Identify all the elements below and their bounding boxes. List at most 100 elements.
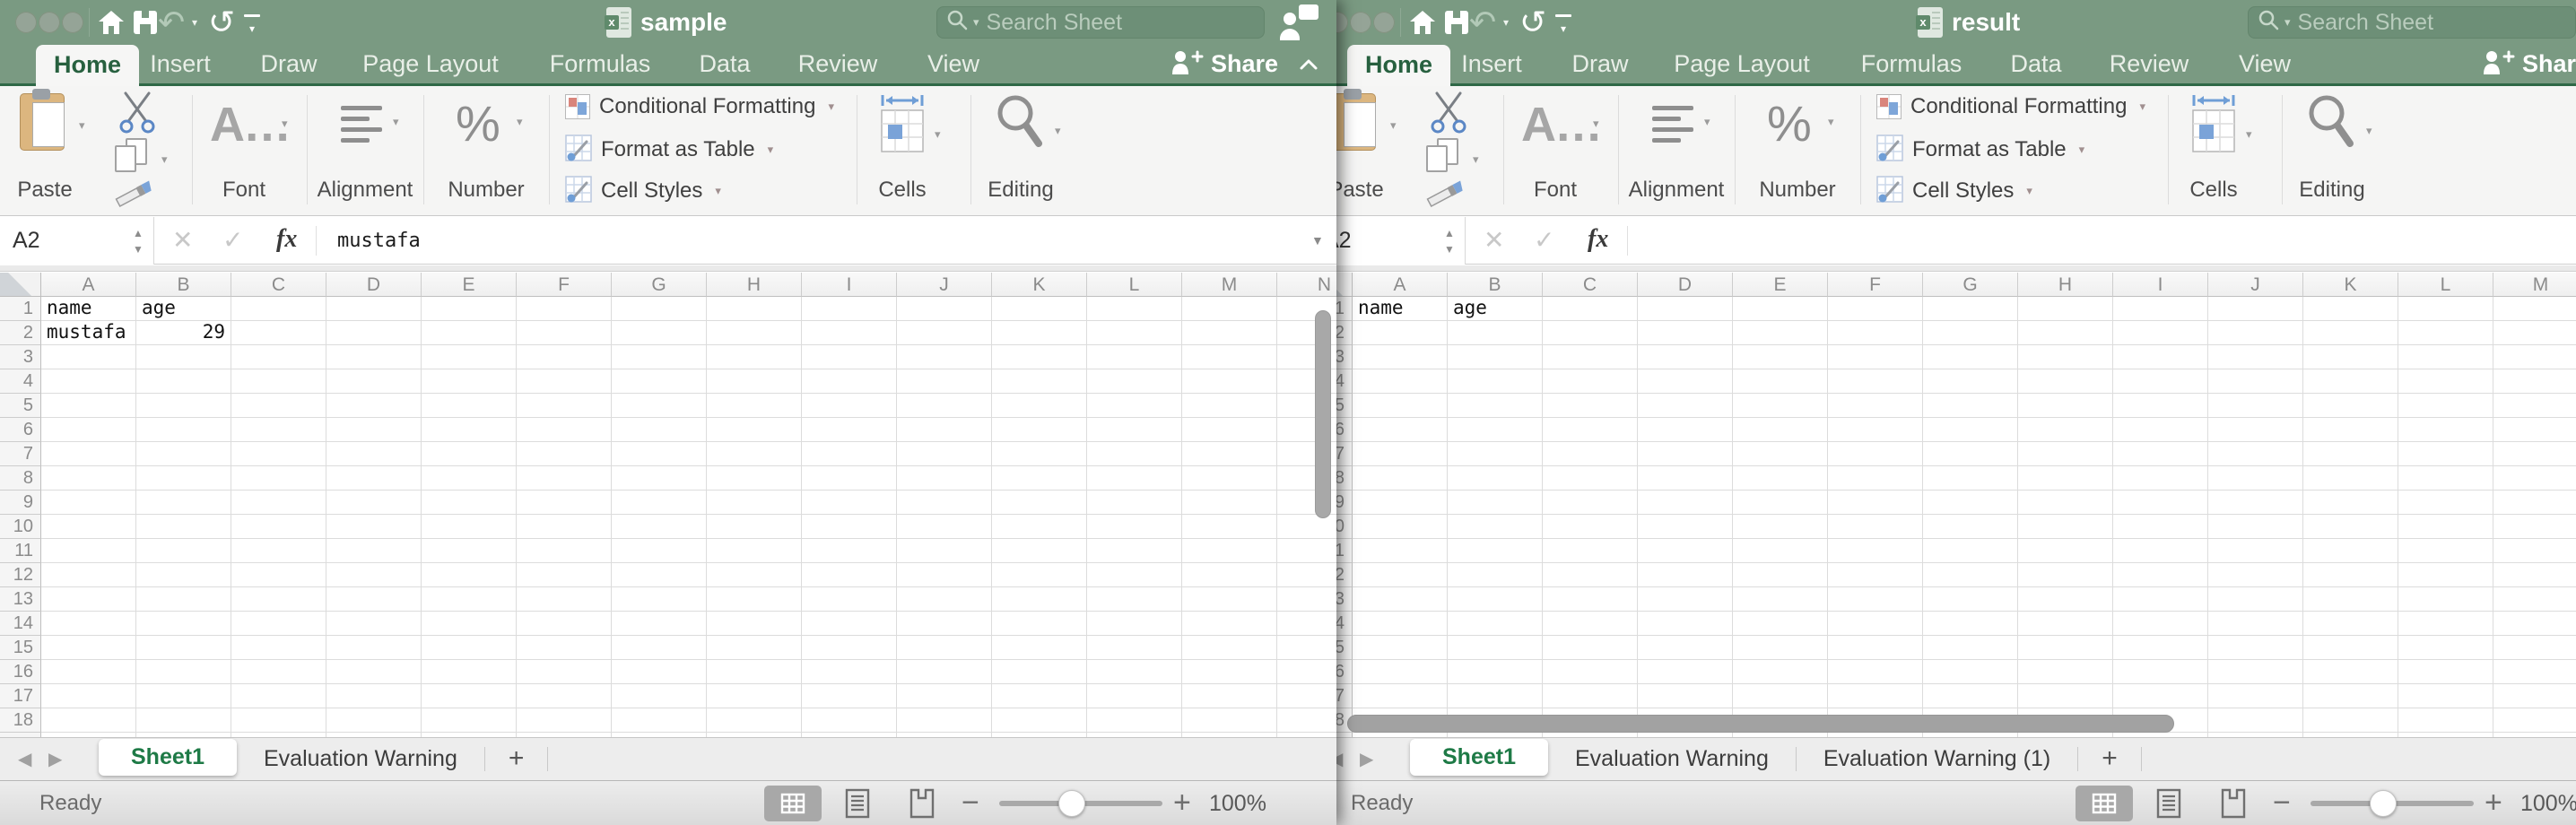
format-as-table-button[interactable]: Format as Table ▾ [565,135,773,165]
column-header-L[interactable]: L [1087,273,1182,297]
cell-L2[interactable] [1087,321,1182,345]
cell-A14[interactable] [1353,612,1448,636]
row-header-8[interactable]: 8 [0,466,41,491]
cell-M13[interactable] [1182,587,1277,612]
cell-F1[interactable] [517,297,612,321]
cell-K12[interactable] [2303,563,2398,587]
cell-J10[interactable] [897,515,992,539]
cell-D12[interactable] [326,563,422,587]
number-dropdown-icon[interactable]: ▾ [517,115,523,129]
row-header-2[interactable]: 2 [0,321,41,345]
normal-view-button[interactable] [764,786,822,821]
cell-E3[interactable] [422,345,517,369]
paste-dropdown-icon[interactable]: ▾ [79,118,85,133]
cell-H10[interactable] [707,515,802,539]
cell-D15[interactable] [326,636,422,660]
cell-M8[interactable] [1182,466,1277,491]
insert-function-icon[interactable]: fx [1588,217,1608,262]
cell-A10[interactable] [1353,515,1448,539]
select-all-corner[interactable] [0,273,41,297]
cell-I2[interactable] [2113,321,2208,345]
cell-G17[interactable] [1923,684,2018,708]
cell-J7[interactable] [2208,442,2303,466]
cell-A10[interactable] [41,515,136,539]
cell-K15[interactable] [2303,636,2398,660]
cell-G18[interactable] [612,708,707,733]
cell-G4[interactable] [1923,369,2018,394]
column-header-D[interactable]: D [326,273,422,297]
cell-M12[interactable] [2493,563,2576,587]
cell-D3[interactable] [326,345,422,369]
editing-dropdown-icon[interactable]: ▾ [1055,124,1061,138]
cell-G1[interactable] [612,297,707,321]
cell-K7[interactable] [992,442,1087,466]
cell-E5[interactable] [422,394,517,418]
cell-G13[interactable] [612,587,707,612]
cell-B7[interactable] [1448,442,1543,466]
cell-K3[interactable] [2303,345,2398,369]
cell-G2[interactable] [1923,321,2018,345]
cell-L8[interactable] [2398,466,2493,491]
ribbon-tab-view[interactable]: View [2239,45,2291,83]
cell-D18[interactable] [326,708,422,733]
cell-D9[interactable] [1638,491,1733,515]
cell-F16[interactable] [517,660,612,684]
cell-D16[interactable] [1638,660,1733,684]
cell-D10[interactable] [1638,515,1733,539]
cell-G9[interactable] [612,491,707,515]
cell-J12[interactable] [2208,563,2303,587]
cell-A5[interactable] [41,394,136,418]
cell-K13[interactable] [2303,587,2398,612]
cell-E1[interactable] [422,297,517,321]
cell-G12[interactable] [612,563,707,587]
collapse-ribbon-icon[interactable] [1299,58,1318,75]
cancel-icon[interactable]: ✕ [172,217,193,264]
cell-I9[interactable] [802,491,897,515]
cell-F12[interactable] [1828,563,1923,587]
cell-M5[interactable] [1182,394,1277,418]
cell-C8[interactable] [231,466,326,491]
column-header-M[interactable]: M [1182,273,1277,297]
cell-I5[interactable] [802,394,897,418]
cell-E13[interactable] [1733,587,1828,612]
cell-A17[interactable] [41,684,136,708]
cell-C6[interactable] [231,418,326,442]
format-painter-icon[interactable] [111,178,158,218]
cell-H13[interactable] [707,587,802,612]
cell-A4[interactable] [41,369,136,394]
cell-F1[interactable] [1828,297,1923,321]
cell-G16[interactable] [1923,660,2018,684]
confirm-icon[interactable]: ✓ [1534,217,1554,264]
column-header-E[interactable]: E [1733,273,1828,297]
cell-A1[interactable]: name [41,297,136,321]
cell-G13[interactable] [1923,587,2018,612]
cell-B14[interactable] [136,612,231,636]
cell-K6[interactable] [992,418,1087,442]
cell-D7[interactable] [326,442,422,466]
cell-N13[interactable] [1277,587,1336,612]
cell-I16[interactable] [802,660,897,684]
cell-F13[interactable] [517,587,612,612]
cell-L18[interactable] [2398,708,2493,733]
cell-A11[interactable] [1353,539,1448,563]
cell-K12[interactable] [992,563,1087,587]
cell-C9[interactable] [231,491,326,515]
cell-A2[interactable]: mustafa [41,321,136,345]
cell-J8[interactable] [897,466,992,491]
cell-B1[interactable]: age [1448,297,1543,321]
cell-G7[interactable] [612,442,707,466]
cell-A15[interactable] [1353,636,1448,660]
cell-J11[interactable] [2208,539,2303,563]
cell-A12[interactable] [41,563,136,587]
cell-I13[interactable] [802,587,897,612]
cell-H3[interactable] [2018,345,2113,369]
cell-G15[interactable] [1923,636,2018,660]
cell-L7[interactable] [1087,442,1182,466]
cell-J8[interactable] [2208,466,2303,491]
row-header-6[interactable]: 6 [0,418,41,442]
cell-M12[interactable] [1182,563,1277,587]
cell-A2[interactable] [1353,321,1448,345]
cell-D11[interactable] [326,539,422,563]
zoom-slider-thumb[interactable] [1058,790,1085,817]
cell-A7[interactable] [41,442,136,466]
